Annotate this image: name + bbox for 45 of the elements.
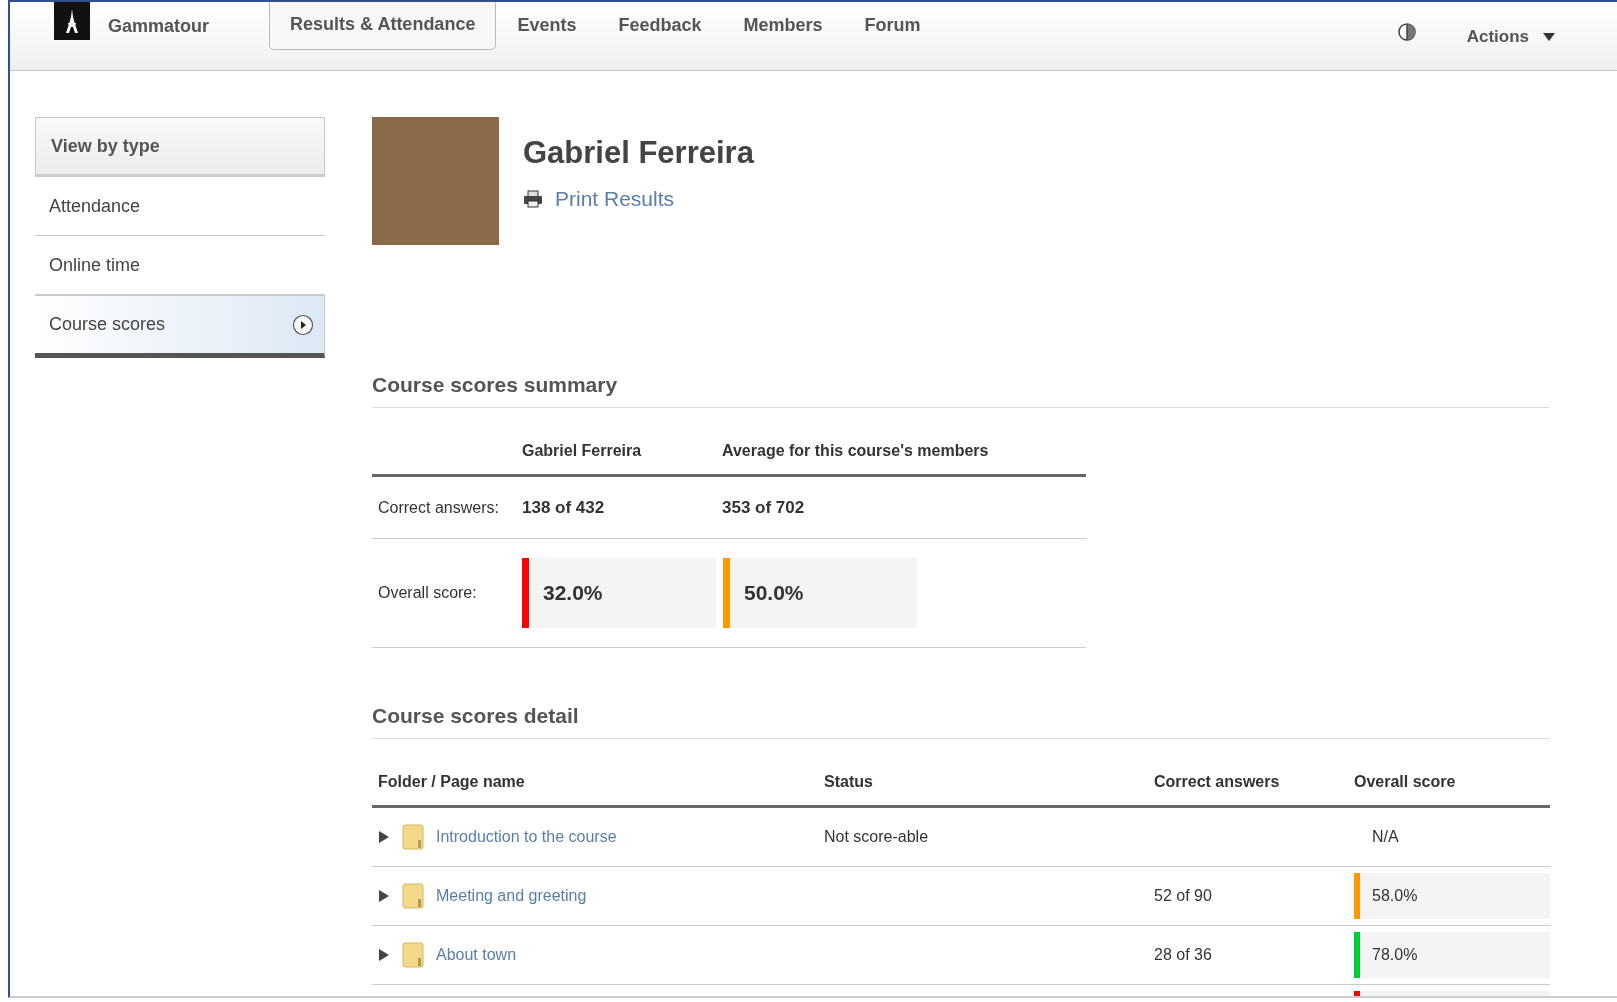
print-results-link[interactable]: Print Results [555,187,675,211]
arrow-circle-icon [292,313,314,336]
caret-icon [1543,33,1555,41]
printer-icon [523,190,543,208]
nav-tab[interactable]: Members [722,2,844,51]
table-cell: Not score-able [824,828,929,845]
row-label: Overall score: [377,584,478,602]
score-value: 50.0% [744,581,804,605]
section-heading: Course scores summary [372,373,1550,408]
nav-tab[interactable]: Events [496,2,598,51]
nav-tab[interactable]: Feedback [597,2,723,51]
folder-link[interactable]: Meeting and greeting [436,887,587,905]
column-header: Average for this course's members [722,442,990,460]
folder-link[interactable]: About town [436,946,517,964]
row-label: Correct answers: [377,498,500,517]
table-cell-text: 353 of 702 [722,497,806,518]
tower-logo-icon[interactable] [54,2,90,40]
column-header: Status [824,773,874,791]
expand-triangle-icon[interactable] [378,948,390,962]
section-heading: Course scores detail [372,704,1550,739]
nav-tab[interactable]: Forum [843,2,942,51]
table-cell: 28 of 36 [1154,946,1212,963]
nav-tab[interactable]: Results & Attendance [269,2,497,50]
member-name: Gabriel Ferreira [523,135,754,171]
sidebar-item[interactable]: Course scores [35,295,325,358]
expand-triangle-icon[interactable] [378,830,390,844]
sidebar-heading: View by type [35,117,325,177]
folder-link[interactable]: Introduction to the course [436,828,617,846]
actions-menu-button[interactable]: Actions [1460,26,1561,48]
score-value: 32.0% [543,581,603,605]
site-name[interactable]: Gammatour [108,16,210,37]
column-header: Overall score [1354,773,1457,791]
folder-icon [402,824,424,850]
score-value: 58.0% [1372,887,1418,905]
table-cell-text: 138 of 432 [522,497,606,518]
column-header: Correct answers [1154,773,1281,791]
column-header: Gabriel Ferreira [522,442,643,460]
expand-triangle-icon[interactable] [378,889,390,903]
column-header: Folder / Page name [377,773,526,791]
contrast-icon[interactable] [1396,22,1417,42]
table-cell: 52 of 90 [1154,887,1212,904]
score-value: 78.0% [1372,946,1418,964]
table-cell-text: N/A [1371,828,1399,845]
folder-icon [402,942,424,968]
folder-icon [402,883,424,909]
